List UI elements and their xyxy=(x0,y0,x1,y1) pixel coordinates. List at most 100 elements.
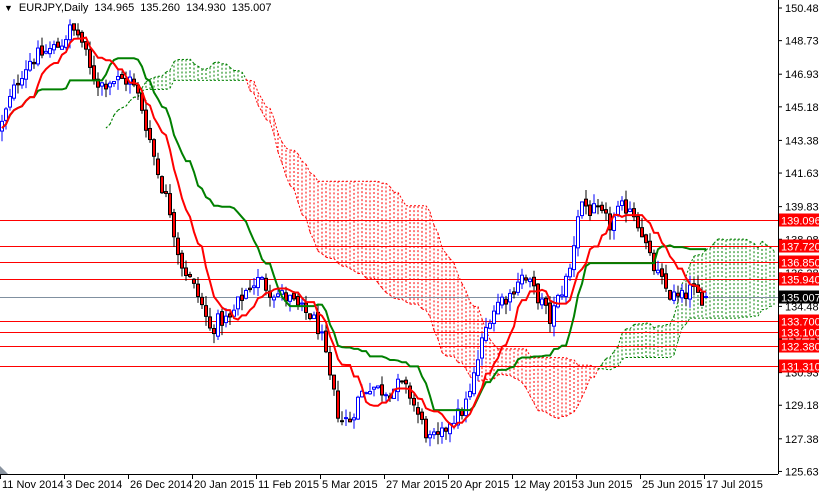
candle xyxy=(432,427,436,440)
candle xyxy=(144,100,148,138)
price-tick-label: 139.830 xyxy=(785,202,819,214)
triangle-down-icon[interactable]: ▼ xyxy=(4,3,13,13)
candle xyxy=(680,283,684,303)
senkou-span-a xyxy=(565,413,571,417)
senkou-span-a xyxy=(649,323,655,329)
level-label: 139.096 xyxy=(781,216,819,228)
senkou-span-b xyxy=(469,301,475,307)
candle xyxy=(340,411,344,426)
candle-body xyxy=(620,200,624,207)
candle xyxy=(540,293,544,310)
candle xyxy=(148,120,152,143)
senkou-span-b xyxy=(105,123,111,129)
candle-body xyxy=(28,60,32,71)
time-tick-label: 27 Mar 2015 xyxy=(386,479,448,491)
senkou-span-a xyxy=(613,346,619,352)
senkou-span-b xyxy=(425,205,431,213)
senkou-span-b xyxy=(433,224,439,234)
candle-body xyxy=(72,23,76,31)
price-tick-label: 141.630 xyxy=(785,168,819,180)
senkou-span-a xyxy=(669,315,675,325)
candle xyxy=(508,289,512,311)
senkou-span-a xyxy=(285,175,291,186)
candle xyxy=(24,60,28,89)
senkou-span-a xyxy=(305,217,311,233)
candle-body xyxy=(672,291,676,301)
senkou-span-a xyxy=(161,71,167,77)
chart-shift-marker[interactable] xyxy=(0,466,8,474)
senkou-span-b xyxy=(109,114,115,125)
candle xyxy=(44,44,48,55)
price-tick-label: 148.730 xyxy=(785,36,819,48)
candle xyxy=(416,401,420,424)
candle-body xyxy=(532,276,536,287)
low-value: 134.930 xyxy=(185,2,226,14)
candle xyxy=(344,409,348,426)
senkou-span-a xyxy=(701,249,707,256)
candle xyxy=(632,202,636,222)
senkou-span-a xyxy=(153,75,159,78)
candle-body xyxy=(492,310,496,324)
candle-body xyxy=(484,327,488,341)
senkou-span-a xyxy=(401,298,407,303)
senkou-span-a xyxy=(433,330,439,340)
candle xyxy=(420,408,424,425)
candle xyxy=(156,152,160,179)
senkou-span-a xyxy=(529,395,535,404)
senkou-span-b xyxy=(253,80,259,93)
senkou-span-a xyxy=(173,59,179,63)
senkou-span-a xyxy=(557,415,563,420)
tenkan-sen-line xyxy=(1,36,706,429)
candle xyxy=(48,41,52,58)
candle-body xyxy=(524,277,528,281)
senkou-span-a xyxy=(573,405,579,413)
candle-body xyxy=(300,302,304,305)
candle xyxy=(572,236,576,278)
candle xyxy=(704,291,708,299)
candle-body xyxy=(296,296,300,306)
senkou-span-a xyxy=(549,414,555,418)
candle xyxy=(248,280,252,293)
senkou-span-a xyxy=(393,297,399,300)
candle-body xyxy=(472,372,476,395)
candle xyxy=(684,283,688,306)
level-label: 132.380 xyxy=(781,342,819,354)
candle-body xyxy=(644,234,648,244)
candle-body xyxy=(640,227,644,238)
senkou-span-b xyxy=(441,247,447,254)
level-label: 133.100 xyxy=(781,328,819,340)
senkou-span-a xyxy=(149,77,155,80)
senkou-span-b xyxy=(445,253,451,259)
candle xyxy=(620,196,624,211)
candle xyxy=(336,380,340,423)
senkou-span-a xyxy=(609,351,615,358)
candle xyxy=(244,288,248,300)
candle-body xyxy=(560,294,564,297)
candle xyxy=(132,73,136,88)
candle-body xyxy=(348,418,352,423)
candle xyxy=(604,202,608,221)
candle xyxy=(164,184,168,198)
price-chart[interactable]: 150.480 148.730 146.930 145.180 143.380 141.6… xyxy=(0,0,819,491)
candle xyxy=(260,275,264,280)
candle xyxy=(28,52,32,72)
senkou-span-a xyxy=(229,66,235,71)
candle-body xyxy=(504,298,508,305)
candle xyxy=(368,382,372,395)
candle-body xyxy=(368,391,372,395)
candle xyxy=(472,366,476,397)
candle-body xyxy=(636,216,640,229)
candle-body xyxy=(476,359,480,376)
candle xyxy=(660,263,664,285)
candle-body xyxy=(600,204,604,211)
candle-body xyxy=(192,278,196,284)
candle-body xyxy=(328,352,332,376)
senkou-span-b xyxy=(621,357,627,360)
senkou-span-a xyxy=(237,70,243,73)
senkou-span-b xyxy=(673,341,679,356)
candle xyxy=(32,58,36,69)
candle-body xyxy=(444,427,448,432)
candle-body xyxy=(376,385,380,389)
candle-body xyxy=(8,95,12,108)
senkou-span-a xyxy=(185,58,191,60)
